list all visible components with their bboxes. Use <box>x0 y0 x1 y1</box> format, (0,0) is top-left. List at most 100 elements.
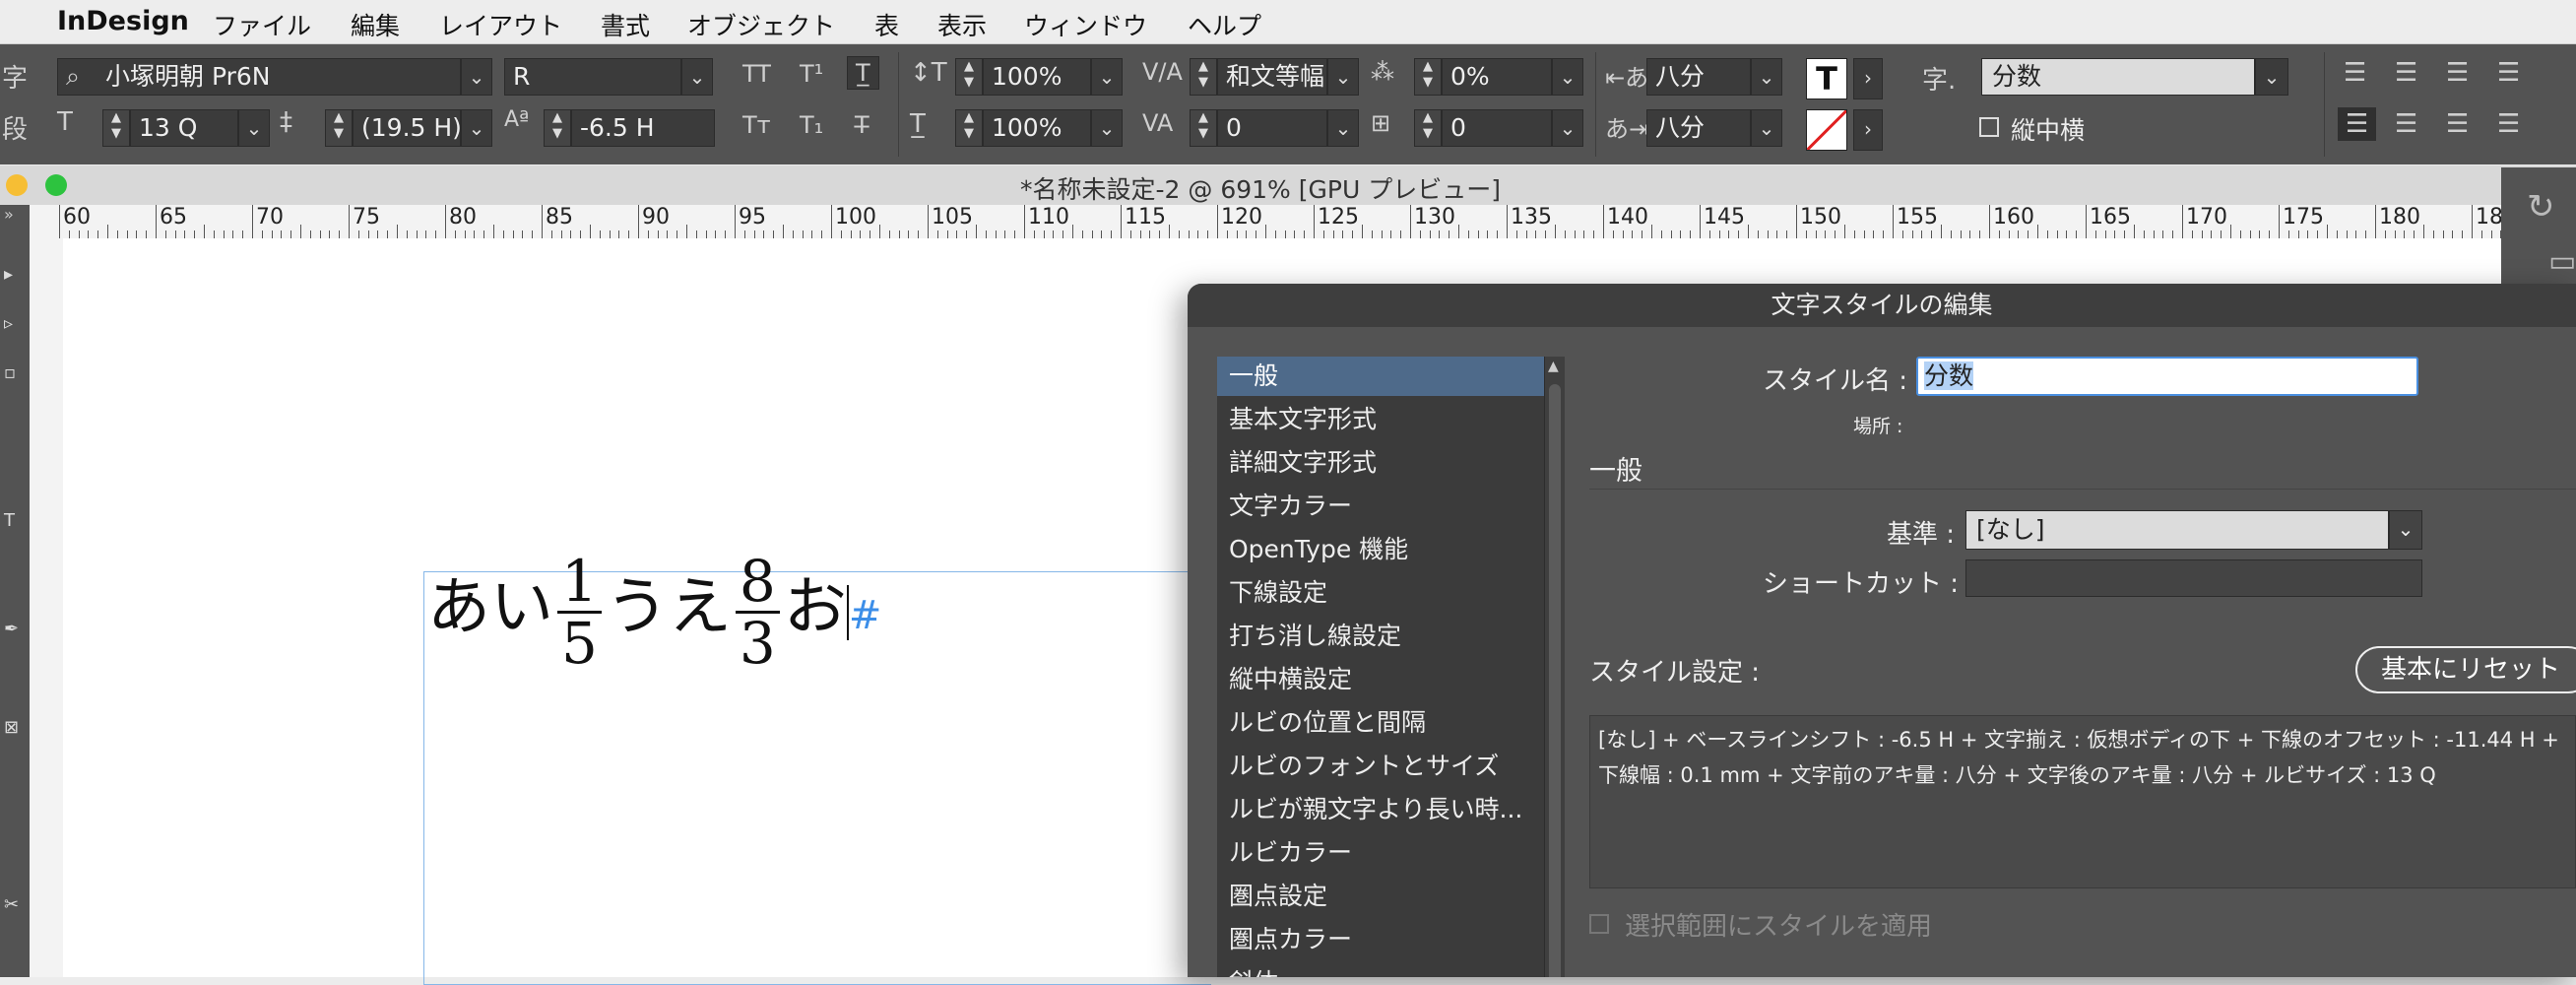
selection-tool-icon[interactable]: ▸ <box>4 264 13 285</box>
category-tatechuyoko[interactable]: 縦中横設定 <box>1217 660 1544 699</box>
tracking-field[interactable]: 0 <box>1217 109 1327 147</box>
frame-tool-icon[interactable]: ⊠ <box>4 717 19 738</box>
chevron-down-icon[interactable]: ⌄ <box>1091 109 1123 147</box>
chevron-down-icon[interactable]: ⌄ <box>1751 109 1782 147</box>
reset-to-base-button[interactable]: 基本にリセット <box>2355 646 2576 693</box>
aki-after-field[interactable]: 八分 <box>1646 109 1751 147</box>
character-style-select[interactable]: 分数 <box>1981 58 2255 96</box>
tools-expand-icon[interactable]: » <box>4 205 14 224</box>
chevron-down-icon[interactable]: ⌄ <box>2255 58 2288 96</box>
text-stroke-swatch[interactable] <box>1806 109 1847 151</box>
chevron-down-icon[interactable]: ⌄ <box>461 109 492 147</box>
pen-tool-icon[interactable]: ✒ <box>4 619 19 639</box>
chevron-down-icon[interactable]: ⌄ <box>238 109 270 147</box>
chevron-down-icon[interactable]: ⌄ <box>461 58 492 96</box>
menu-window[interactable]: ウィンドウ <box>1024 7 1147 42</box>
category-strikethrough[interactable]: 打ち消し線設定 <box>1217 617 1544 656</box>
chevron-down-icon[interactable]: ⌄ <box>1091 58 1123 96</box>
category-general[interactable]: 一般 <box>1217 357 1544 396</box>
apply-to-selection-checkbox[interactable] <box>1589 914 1609 934</box>
align-left-icon[interactable]: ☰ <box>2344 58 2366 88</box>
chevron-right-icon[interactable]: › <box>1853 58 1883 99</box>
menu-file[interactable]: ファイル <box>213 7 311 42</box>
scissors-tool-icon[interactable]: ✂ <box>4 894 19 915</box>
underline-icon[interactable]: T̲ <box>847 56 879 90</box>
horizontal-scale-stepper[interactable]: ▲ ▼ <box>955 109 983 147</box>
all-caps-icon[interactable]: TT <box>742 60 771 88</box>
align-center-icon[interactable]: ☰ <box>2395 58 2417 88</box>
align-towards-spine-icon[interactable]: ☰ <box>2497 58 2520 88</box>
shortcut-input[interactable] <box>1965 559 2422 597</box>
category-ruby-font[interactable]: ルビのフォントとサイズ <box>1217 747 1544 786</box>
app-menu[interactable]: InDesign <box>57 6 189 36</box>
chevron-down-icon[interactable]: ⌄ <box>681 58 713 96</box>
menu-type[interactable]: 書式 <box>601 7 650 42</box>
category-scrollbar[interactable]: ▲ <box>1544 357 1565 977</box>
grid-field[interactable]: 0 <box>1442 109 1552 147</box>
tsume-field[interactable]: 0% <box>1442 58 1552 96</box>
style-name-input[interactable]: 分数 <box>1916 357 2418 396</box>
chevron-down-icon[interactable]: ⌄ <box>1327 109 1359 147</box>
menu-layout[interactable]: レイアウト <box>439 7 562 42</box>
scroll-up-icon[interactable]: ▲ <box>1548 359 1559 374</box>
vertical-scale-stepper[interactable]: ▲ ▼ <box>955 58 983 96</box>
justify-left-icon[interactable]: ☰ <box>2338 107 2377 141</box>
menu-object[interactable]: オブジェクト <box>687 7 835 42</box>
font-size-stepper[interactable]: ▲ ▼ <box>102 109 130 147</box>
font-size-field[interactable]: 13 Q <box>130 109 238 147</box>
tatechuyoko-checkbox[interactable] <box>1979 117 1999 137</box>
vertical-scale-field[interactable]: 100% <box>983 58 1091 96</box>
menu-help[interactable]: ヘルプ <box>1188 7 1261 42</box>
category-character-color[interactable]: 文字カラー <box>1217 487 1544 526</box>
grid-stepper[interactable]: ▲ ▼ <box>1414 109 1442 147</box>
category-ruby-color[interactable]: ルビカラー <box>1217 833 1544 873</box>
folder-icon[interactable]: ▭ <box>2548 244 2576 279</box>
paragraph-mode-button[interactable]: 段 <box>2 109 28 146</box>
scrollbar-thumb[interactable] <box>1549 384 1561 977</box>
direct-selection-tool-icon[interactable]: ▹ <box>4 313 13 334</box>
chevron-down-icon[interactable]: ⌄ <box>2389 510 2422 550</box>
justify-center-icon[interactable]: ☰ <box>2395 109 2417 139</box>
justify-right-icon[interactable]: ☰ <box>2446 109 2469 139</box>
horizontal-scale-field[interactable]: 100% <box>983 109 1091 147</box>
kerning-stepper[interactable]: ▲ ▼ <box>1190 58 1217 96</box>
category-italic[interactable]: 斜体 <box>1217 963 1544 977</box>
font-style-field[interactable]: R <box>504 58 681 96</box>
category-advanced-character[interactable]: 詳細文字形式 <box>1217 443 1544 483</box>
chevron-down-icon[interactable]: ⌄ <box>1327 58 1359 96</box>
kerning-field[interactable]: 和文等幅 <box>1217 58 1327 96</box>
small-caps-icon[interactable]: Tт <box>742 111 771 139</box>
category-kenten-color[interactable]: 圏点カラー <box>1217 920 1544 959</box>
category-underline[interactable]: 下線設定 <box>1217 573 1544 613</box>
strikethrough-icon[interactable]: T̶ <box>855 111 869 139</box>
justify-all-icon[interactable]: ☰ <box>2497 109 2520 139</box>
refresh-icon[interactable]: ↻ <box>2527 187 2555 227</box>
superscript-icon[interactable]: T¹ <box>800 60 823 88</box>
baseline-shift-field[interactable]: -6.5 H <box>571 109 715 147</box>
aki-before-field[interactable]: 八分 <box>1646 58 1751 96</box>
leading-field[interactable]: (19.5 H) <box>353 109 461 147</box>
document-text[interactable]: あい 1 5 うえ 8 3 お# <box>427 552 881 673</box>
chevron-down-icon[interactable]: ⌄ <box>1552 58 1583 96</box>
font-family-field[interactable]: ⌕ 小塚明朝 Pr6N <box>57 58 461 96</box>
align-right-icon[interactable]: ☰ <box>2446 58 2469 88</box>
menu-edit[interactable]: 編集 <box>351 7 400 42</box>
menu-table[interactable]: 表 <box>874 7 899 42</box>
category-ruby-position[interactable]: ルビの位置と間隔 <box>1217 703 1544 743</box>
subscript-icon[interactable]: T₁ <box>800 111 823 139</box>
chevron-right-icon[interactable]: › <box>1853 109 1883 151</box>
tsume-stepper[interactable]: ▲ ▼ <box>1414 58 1442 96</box>
text-fill-swatch[interactable]: T <box>1806 58 1847 99</box>
page-tool-icon[interactable]: ▫ <box>4 362 16 383</box>
menu-view[interactable]: 表示 <box>937 7 987 42</box>
based-on-select[interactable]: [なし] <box>1965 510 2389 550</box>
type-tool-icon[interactable]: T <box>4 510 15 531</box>
chevron-down-icon[interactable]: ⌄ <box>1552 109 1583 147</box>
category-kenten[interactable]: 圏点設定 <box>1217 877 1544 916</box>
category-opentype[interactable]: OpenType 機能 <box>1217 530 1544 569</box>
leading-stepper[interactable]: ▲ ▼ <box>325 109 353 147</box>
category-basic-character[interactable]: 基本文字形式 <box>1217 400 1544 439</box>
baseline-shift-stepper[interactable]: ▲ ▼ <box>544 109 571 147</box>
category-ruby-overhang[interactable]: ルビが親文字より長い時... <box>1217 790 1544 829</box>
character-mode-button[interactable]: 字 <box>2 58 28 95</box>
